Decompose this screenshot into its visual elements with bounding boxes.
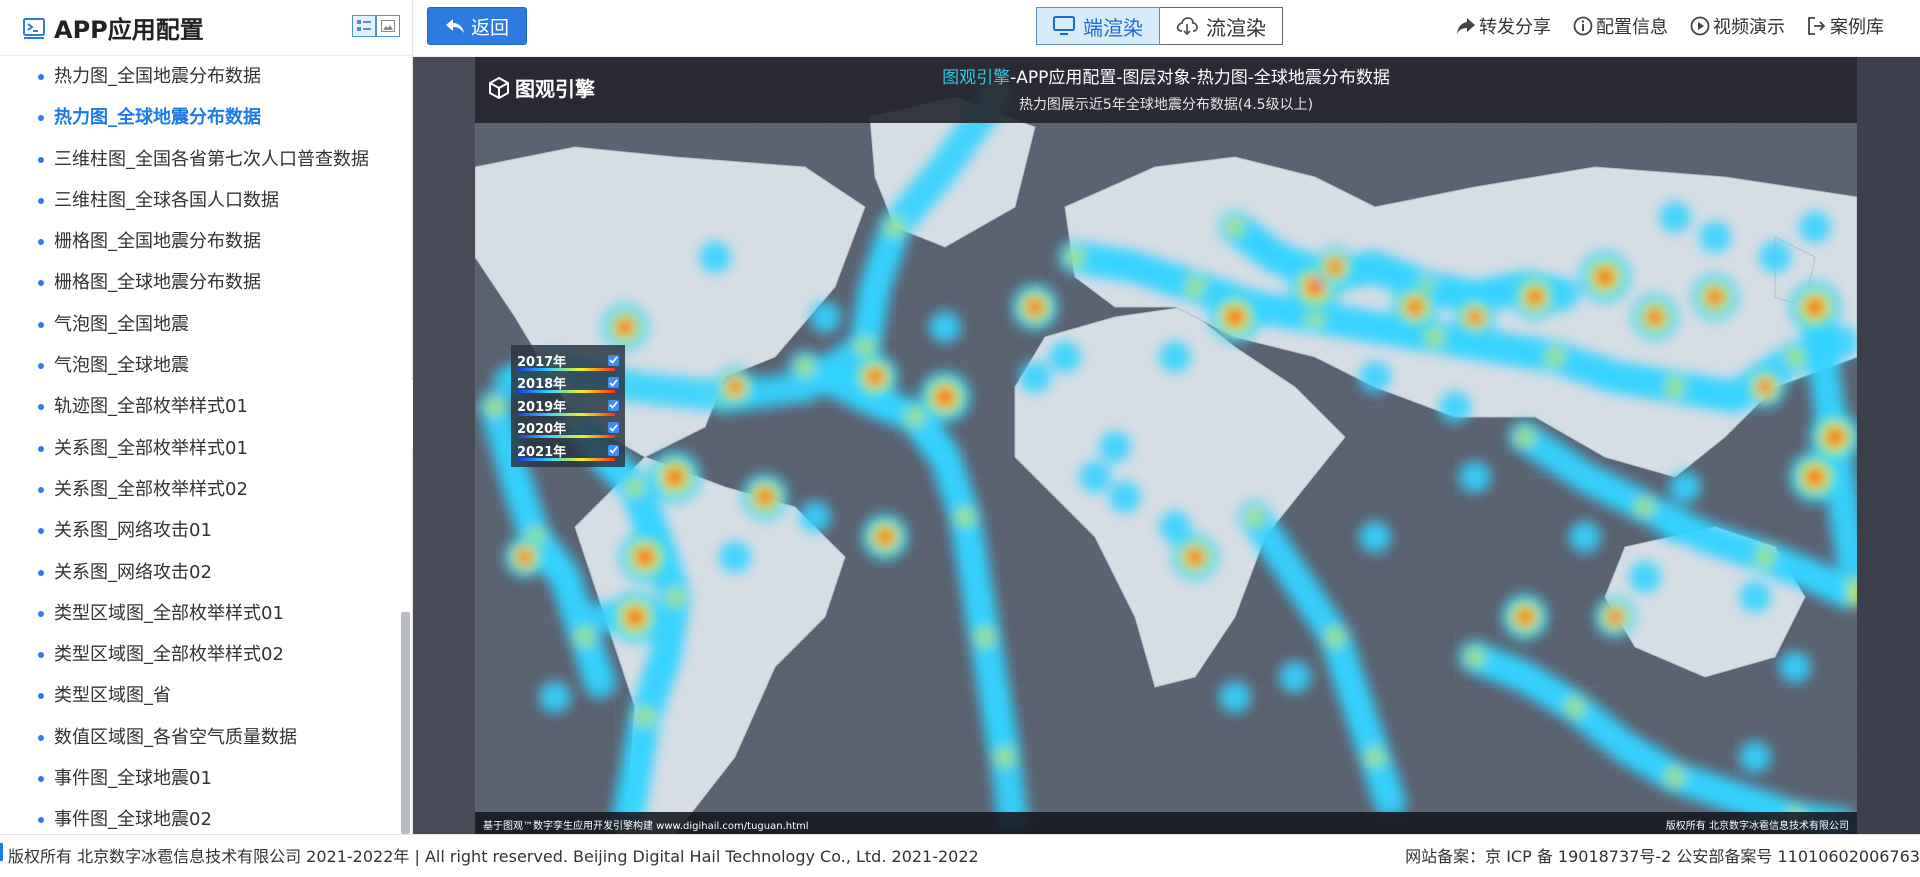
sidebar-item[interactable]: 数值区域图_各省空气质量数据 (0, 717, 400, 758)
legend-item[interactable]: 2018年 (517, 372, 619, 395)
scene-footer: 基于图观™数字孪生应用开发引擎构建 www.digihail.com/tugua… (475, 812, 1857, 834)
sidebar-item[interactable]: 三维柱图_全国各省第七次人口普查数据 (0, 139, 400, 180)
icp-text: 网站备案：京 ICP 备 19018737号-2 公安部备案号 11010602… (1405, 847, 1920, 866)
legend-item[interactable]: 2017年 (517, 349, 619, 372)
monitor-icon (1053, 16, 1075, 35)
sidebar-item[interactable]: 类型区域图_省 (0, 675, 400, 716)
back-button[interactable]: 返回 (427, 7, 527, 45)
video-demo-link[interactable]: 视频演示 (1690, 13, 1785, 39)
sidebar-list: 热力图_全国地震分布数据 热力图_全球地震分布数据 三维柱图_全国各省第七次人口普查… (0, 56, 400, 834)
scene-title: 图观引擎-APP应用配置-图层对象-热力图-全球地震分布数据 (942, 68, 1390, 88)
legend-checkbox[interactable] (608, 444, 619, 456)
year-legend: 2017年 2018年 2019年 2020年 2021年 (511, 345, 625, 467)
legend-item[interactable]: 2019年 (517, 394, 619, 417)
page-footer: 版权所有 北京数字冰雹信息技术有限公司 2021-2022年 | All rig… (0, 834, 1920, 877)
legend-checkbox[interactable] (608, 399, 619, 411)
list-view-icon (357, 20, 371, 31)
sidebar-item[interactable]: 事件图_全球地震02 (0, 799, 400, 834)
render-mode-tabs: 端渲染 流渲染 (1036, 7, 1283, 45)
scene-footer-right: 版权所有 北京数字冰雹信息技术有限公司 (1665, 821, 1849, 832)
image-view-icon (381, 20, 395, 32)
tab-client-render[interactable]: 端渲染 (1036, 7, 1160, 45)
config-info-link[interactable]: 配置信息 (1573, 13, 1668, 39)
legend-checkbox[interactable] (608, 354, 619, 366)
sidebar-item[interactable]: 气泡图_全国地震 (0, 304, 400, 345)
list-view-button[interactable] (352, 15, 376, 37)
legend-checkbox[interactable] (608, 377, 619, 389)
top-links: 转发分享 配置信息 视频演示 案例库 (1434, 0, 1884, 52)
sidebar-header: APP应用配置 (0, 0, 412, 56)
tab-stream-render[interactable]: 流渲染 (1160, 7, 1283, 45)
sidebar-item[interactable]: 热力图_全国地震分布数据 (0, 56, 400, 97)
sidebar-scrollbar[interactable] (401, 612, 410, 834)
copyright-text: 版权所有 北京数字冰雹信息技术有限公司 2021-2022年 | All rig… (8, 847, 979, 866)
world-map-heatmap[interactable] (475, 57, 1857, 834)
sidebar-item[interactable]: 关系图_全部枚举样式01 (0, 428, 400, 469)
case-library-link[interactable]: 案例库 (1807, 13, 1884, 39)
back-arrow-icon (445, 19, 464, 33)
sidebar-item[interactable]: 三维柱图_全球各国人口数据 (0, 180, 400, 221)
info-icon (1573, 16, 1593, 36)
cloud-download-icon (1176, 17, 1198, 36)
scene-viewer: 图观引擎 图观引擎-APP应用配置-图层对象-热力图-全球地震分布数据 热力图展… (413, 57, 1920, 834)
legend-item[interactable]: 2021年 (517, 439, 619, 462)
sidebar-item[interactable]: 事件图_全球地震01 (0, 758, 400, 799)
sidebar-item[interactable]: 轨迹图_全部枚举样式01 (0, 386, 400, 427)
sidebar-item[interactable]: 类型区域图_全部枚举样式01 (0, 593, 400, 634)
sidebar-item[interactable]: 栅格图_全国地震分布数据 (0, 221, 400, 262)
scene-subtitle: 热力图展示近5年全球地震分布数据(4.5级以上) (1018, 97, 1314, 113)
sidebar-item[interactable]: 类型区域图_全部枚举样式02 (0, 634, 400, 675)
exit-icon (1808, 17, 1826, 35)
share-link[interactable]: 转发分享 (1456, 13, 1551, 39)
heatmap-scene[interactable]: 图观引擎 图观引擎-APP应用配置-图层对象-热力图-全球地震分布数据 热力图展… (475, 57, 1857, 834)
sidebar: APP应用配置 热力图_全国地震分布数据 热力图_全球地震分布数据 三维柱图_全国各… (0, 0, 413, 834)
legend-checkbox[interactable] (608, 422, 619, 434)
sidebar-item[interactable]: 热力图_全球地震分布数据 (0, 97, 400, 138)
sidebar-item[interactable]: 关系图_网络攻击02 (0, 552, 400, 593)
sidebar-item[interactable]: 栅格图_全球地震分布数据 (0, 262, 400, 303)
sidebar-title: APP应用配置 (54, 16, 204, 44)
sidebar-item[interactable]: 气泡图_全球地震 (0, 345, 400, 386)
scene-footer-left: 基于图观™数字孪生应用开发引擎构建 www.digihail.com/tugua… (483, 821, 809, 832)
view-toggle (352, 15, 400, 37)
play-icon (1690, 16, 1710, 36)
sidebar-item[interactable]: 关系图_网络攻击01 (0, 510, 400, 551)
top-toolbar: 返回 端渲染 流渲染 转发分享 配置信息 视频演示 案例库 (413, 0, 1920, 57)
share-icon (1457, 18, 1475, 34)
legend-item[interactable]: 2020年 (517, 417, 619, 440)
scene-header: 图观引擎 图观引擎-APP应用配置-图层对象-热力图-全球地震分布数据 热力图展… (475, 57, 1857, 123)
sidebar-item[interactable]: 关系图_全部枚举样式02 (0, 469, 400, 510)
app-config-icon (23, 17, 45, 39)
image-view-button[interactable] (376, 15, 400, 37)
